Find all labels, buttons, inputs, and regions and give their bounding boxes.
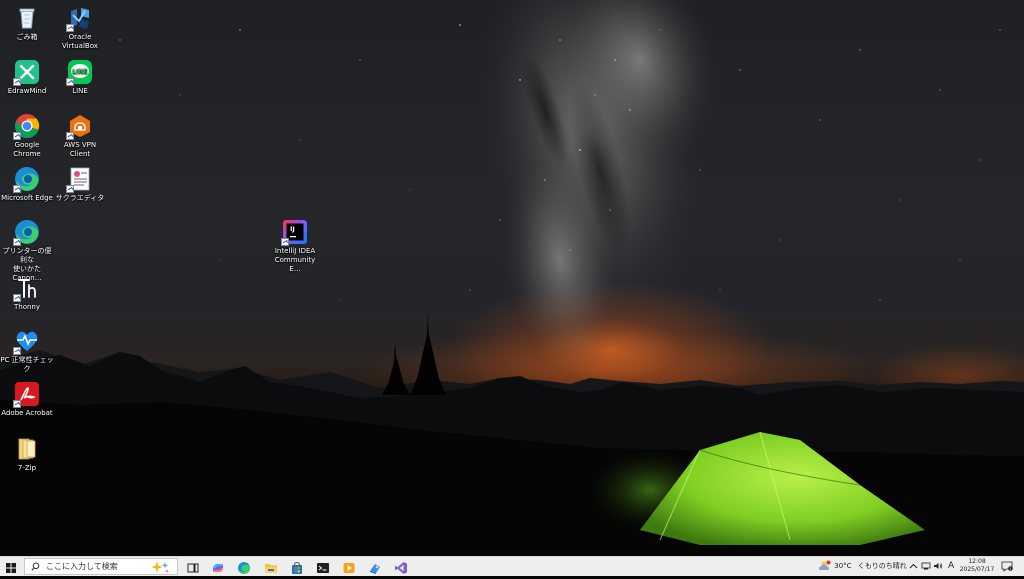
desktop-icon-pc-health-check[interactable]: PC 正常性チェック xyxy=(0,328,54,374)
desktop-icon-label: AWS VPN Client xyxy=(63,141,97,158)
search-highlight-sparkle-icon xyxy=(151,561,170,574)
terminal-icon xyxy=(317,563,329,573)
edge-icon xyxy=(13,166,40,193)
desktop-icon-label: Adobe Acrobat xyxy=(1,409,53,417)
taskbar-app-network[interactable] xyxy=(368,560,382,574)
taskbar-app-visual-studio[interactable] xyxy=(394,560,408,574)
search-placeholder: ここに入力して検索 xyxy=(46,562,118,571)
edge-icon xyxy=(238,562,251,575)
desktop-icon-label: Microsoft Edge xyxy=(1,194,53,202)
desktop-icon-microsoft-edge[interactable]: Microsoft Edge xyxy=(0,166,54,203)
desktop-icon-aws-vpn-client[interactable]: AWS VPN Client xyxy=(53,113,107,159)
shortcut-arrow-icon xyxy=(66,132,74,140)
desktop-icon-label: EdrawMind xyxy=(7,87,47,95)
desktop-icon-canon-printer-guide[interactable]: プリンターの便利な 使いかた Canon… xyxy=(0,219,54,283)
taskbar-app-media-player[interactable] xyxy=(342,560,356,574)
search-icon xyxy=(31,562,40,571)
thonny-icon xyxy=(13,275,40,302)
taskbar-search-box[interactable]: ここに入力して検索 xyxy=(24,558,178,575)
chrome-icon xyxy=(13,113,40,140)
shortcut-arrow-icon xyxy=(66,185,74,193)
shortcut-arrow-icon xyxy=(13,294,21,302)
desktop-icon-label: Thonny xyxy=(13,303,40,311)
shortcut-arrow-icon xyxy=(13,185,21,193)
network-icon xyxy=(921,562,931,570)
notification-icon: 1 xyxy=(1001,561,1013,572)
desktop-icon-label: Oracle VirtualBox xyxy=(62,33,98,50)
sakura-editor-icon xyxy=(66,166,93,193)
shortcut-arrow-icon xyxy=(66,78,74,86)
tray-show-hidden-button[interactable] xyxy=(909,557,918,576)
microsoft-store-icon xyxy=(292,561,302,574)
desktop-icon-label: Google Chrome xyxy=(13,141,41,158)
desktop-icon-edrawmind[interactable]: EdrawMind xyxy=(0,59,54,96)
intellij-icon: IJ xyxy=(281,219,308,246)
weather-description: くもりのち晴れ xyxy=(857,562,907,570)
tray-battery-network[interactable] xyxy=(921,557,931,576)
shortcut-arrow-icon xyxy=(66,24,74,32)
windows-logo-icon xyxy=(6,563,16,573)
desktop-icon-recycle-bin[interactable]: ごみ箱 xyxy=(0,5,54,42)
shortcut-arrow-icon xyxy=(281,238,289,246)
desktop-icon-label: サクラエディタ xyxy=(55,194,105,202)
pc-health-check-icon xyxy=(13,328,40,355)
speaker-icon xyxy=(934,563,943,569)
ime-indicator[interactable]: A xyxy=(948,557,954,576)
shortcut-arrow-icon xyxy=(13,132,21,140)
desktop-icon-label: PC 正常性チェック xyxy=(0,356,54,373)
copilot-icon xyxy=(213,564,223,572)
notification-center-button[interactable]: 1 xyxy=(1001,557,1013,576)
clock-date: 2025/07/17 xyxy=(959,566,995,573)
media-player-icon xyxy=(343,563,355,573)
chevron-up-icon xyxy=(909,563,918,568)
recycle-bin-icon xyxy=(14,5,40,31)
taskbar-clock[interactable]: 12:08 2025/07/17 xyxy=(958,558,996,574)
shortcut-arrow-icon xyxy=(13,78,21,86)
weather-widget[interactable]: 30°C くもりのち晴れ xyxy=(818,557,907,576)
shortcut-arrow-icon xyxy=(13,238,21,246)
file-explorer-icon xyxy=(265,564,277,573)
taskbar-app-copilot[interactable] xyxy=(211,560,225,574)
acrobat-icon xyxy=(13,381,40,408)
desktop-icon-thonny[interactable]: Thonny xyxy=(0,275,54,312)
desktop-icon-adobe-acrobat[interactable]: Adobe Acrobat xyxy=(0,381,54,418)
desktop-icon-7zip[interactable]: 7-Zip xyxy=(0,436,54,473)
7zip-folder-icon xyxy=(14,436,40,462)
taskbar-app-edge[interactable] xyxy=(237,560,251,575)
visual-studio-icon xyxy=(395,562,407,574)
start-button[interactable] xyxy=(4,560,18,574)
mountain-landscape xyxy=(0,312,1024,556)
desktop-icon-label: LINE xyxy=(72,87,88,95)
notification-count: 1 xyxy=(1009,567,1011,571)
desktop-icon-line[interactable]: LINE LINE xyxy=(53,59,107,96)
cloudy-weather-icon xyxy=(819,560,831,570)
edrawmind-icon xyxy=(13,59,40,86)
taskbar-app-terminal[interactable] xyxy=(316,560,330,574)
task-view-button[interactable] xyxy=(186,560,200,574)
desktop-icon-sakura-editor[interactable]: サクラエディタ xyxy=(53,166,107,203)
aws-vpn-icon xyxy=(66,113,93,140)
virtualbox-icon xyxy=(66,5,93,32)
desktop-icon-label: 7-Zip xyxy=(17,464,37,472)
desktop-icon-intellij-idea[interactable]: IJ IntelliJ IDEA Community E… xyxy=(268,219,322,274)
weather-temperature: 30°C xyxy=(834,562,852,570)
canon-printer-guide-icon xyxy=(13,219,40,246)
svg-text:LINE: LINE xyxy=(72,69,87,76)
line-icon: LINE xyxy=(66,59,93,86)
desktop-icon-label: ごみ箱 xyxy=(16,33,38,41)
shortcut-arrow-icon xyxy=(13,400,21,408)
desktop-icon-oracle-virtualbox[interactable]: Oracle VirtualBox xyxy=(53,5,107,51)
taskbar-app-microsoft-store[interactable] xyxy=(290,560,304,574)
svg-text:IJ: IJ xyxy=(290,225,295,233)
network-app-icon xyxy=(370,564,380,574)
task-view-icon xyxy=(187,563,199,573)
desktop-wallpaper xyxy=(0,0,1024,556)
taskbar: ここに入力して検索 30°C くもりのち晴れ A 12:08 2025/07/1… xyxy=(0,556,1024,576)
tray-volume-button[interactable] xyxy=(933,557,943,576)
desktop-icon-google-chrome[interactable]: Google Chrome xyxy=(0,113,54,159)
taskbar-app-file-explorer[interactable] xyxy=(264,560,278,574)
clock-time: 12:08 xyxy=(968,558,986,565)
shortcut-arrow-icon xyxy=(13,347,21,355)
desktop-icon-label: IntelliJ IDEA Community E… xyxy=(274,247,316,273)
